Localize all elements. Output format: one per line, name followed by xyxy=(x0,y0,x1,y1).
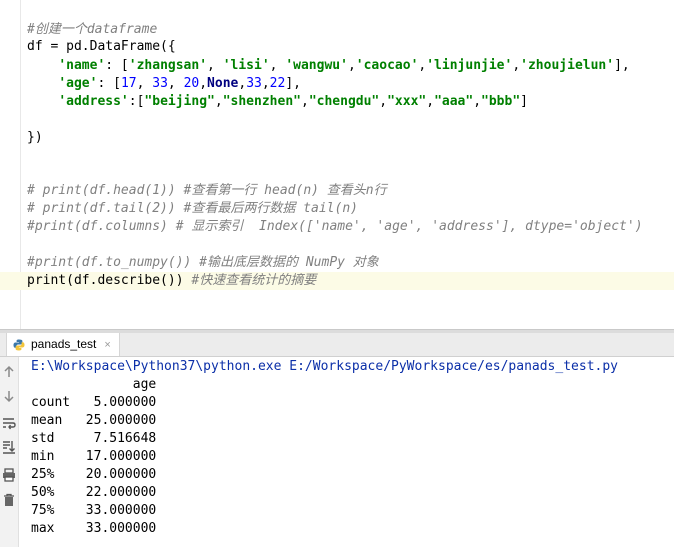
code-line-7: }) xyxy=(27,130,43,145)
scroll-to-end-icon[interactable] xyxy=(1,439,17,455)
run-tab[interactable]: panads_test × xyxy=(6,333,120,356)
console-command-line: E:\Workspace\Python37\python.exe E:/Work… xyxy=(31,359,618,374)
code-line-15-current: print(df.describe()) #快速查看统计的摘要 xyxy=(0,272,674,290)
arrow-down-icon[interactable] xyxy=(1,388,17,404)
soft-wrap-icon[interactable] xyxy=(1,415,17,431)
code-line-11: # print(df.tail(2)) #查看最后两行数据 tail(n) xyxy=(27,201,358,216)
code-line-1: #创建一个dataframe xyxy=(27,22,158,37)
console-output-row: mean 25.000000 xyxy=(31,413,157,428)
code-line-10: # print(df.head(1)) #查看第一行 head(n) 查看头n行 xyxy=(27,183,387,198)
console-toolbar xyxy=(0,357,19,547)
arrow-up-icon[interactable] xyxy=(1,364,17,380)
run-console[interactable]: E:\Workspace\Python37\python.exe E:/Work… xyxy=(0,357,674,547)
run-tab-label: panads_test xyxy=(31,337,97,351)
code-line-3: 'name': ['zhangsan', 'lisi', 'wangwu','c… xyxy=(58,58,630,73)
console-output-row: max 33.000000 xyxy=(31,521,157,536)
print-icon[interactable] xyxy=(1,467,17,483)
code-line-5: 'address':["beijing","shenzhen","chengdu… xyxy=(58,94,528,109)
close-icon[interactable]: × xyxy=(104,334,110,357)
run-tool-window-header: panads_test × xyxy=(0,333,674,357)
console-output-row: std 7.516648 xyxy=(31,431,157,446)
console-output-row: 25% 20.000000 xyxy=(31,467,157,482)
trash-icon[interactable] xyxy=(1,492,17,508)
code-line-4: 'age': [17, 33, 20,None,33,22], xyxy=(58,76,301,91)
code-line-2: df = pd.DataFrame({ xyxy=(27,39,176,54)
code-editor[interactable]: #创建一个dataframe df = pd.DataFrame({ 'name… xyxy=(0,0,674,329)
console-output-row: min 17.000000 xyxy=(31,449,157,464)
code-line-12: #print(df.columns) # 显示索引 Index(['name',… xyxy=(27,219,643,234)
code-line-14: #print(df.to_numpy()) #输出底层数据的 NumPy 对象 xyxy=(27,255,379,270)
console-output-row: 50% 22.000000 xyxy=(31,485,157,500)
console-output-row: 75% 33.000000 xyxy=(31,503,157,518)
console-output-header: age xyxy=(31,377,157,392)
console-output-row: count 5.000000 xyxy=(31,395,157,410)
python-icon xyxy=(13,339,25,351)
